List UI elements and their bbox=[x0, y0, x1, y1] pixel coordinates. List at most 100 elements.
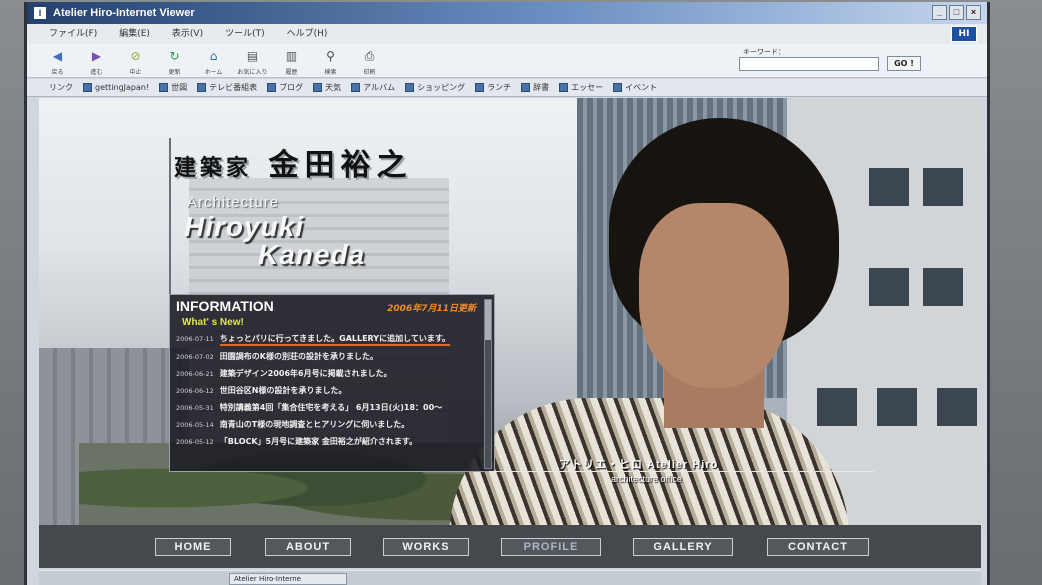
architecture-label: Architecture bbox=[187, 194, 280, 211]
toolbar-label: 印刷 bbox=[363, 69, 376, 76]
back-button[interactable]: ◀ 戻る bbox=[41, 44, 74, 78]
search-button[interactable]: ⚲ 検索 bbox=[314, 44, 347, 78]
nav-profile[interactable]: PROFILE bbox=[501, 537, 601, 556]
link-item[interactable]: 天気 bbox=[313, 82, 341, 93]
link-label: ランチ bbox=[487, 83, 512, 92]
nav-home[interactable]: HOME bbox=[155, 537, 231, 556]
link-item[interactable]: 世図 bbox=[159, 82, 187, 93]
page-title: 建築家 金田裕之 bbox=[174, 140, 412, 184]
toolbar-label: 戻る bbox=[51, 69, 64, 76]
browser-window: I Atelier Hiro-Internet Viewer _ □ × ファイ… bbox=[24, 2, 990, 585]
news-item[interactable]: 2006-05-14 南青山のT様の現地調査とヒアリングに伺いました。 bbox=[176, 419, 476, 431]
links-label: リンク bbox=[49, 83, 73, 92]
news-item[interactable]: 2006-06-12 世田谷区N様の設計を承りました。 bbox=[176, 385, 476, 397]
toolbar-label: 進む bbox=[90, 69, 103, 76]
nav-gallery[interactable]: GALLERY bbox=[633, 537, 733, 556]
link-label: イベント bbox=[625, 83, 658, 92]
link-item[interactable]: ランチ bbox=[475, 82, 511, 93]
news-date: 2006-07-11 bbox=[176, 335, 214, 343]
link-item[interactable]: テレビ番組表 bbox=[197, 82, 257, 93]
link-page-icon bbox=[475, 83, 485, 92]
news-date: 2006-05-31 bbox=[176, 404, 214, 412]
go-button[interactable]: GO ! bbox=[887, 56, 921, 71]
keyword-label: キーワード： bbox=[743, 48, 785, 56]
link-label: 天気 bbox=[325, 83, 342, 92]
info-scrollbar[interactable] bbox=[484, 299, 492, 469]
link-item[interactable]: イベント bbox=[613, 82, 657, 93]
toolbar-label: 検索 bbox=[324, 69, 337, 76]
news-item[interactable]: 2006-06-21 建築デザイン2006年6月号に掲載されました。 bbox=[176, 368, 476, 380]
toolbar-label: 中止 bbox=[129, 69, 142, 76]
keyword-input[interactable] bbox=[739, 57, 879, 71]
news-item[interactable]: 2006-05-12 「BLOCK」5月号に建築家 金田裕之が紹介されます。 bbox=[176, 436, 476, 448]
title-name: 金田裕之 bbox=[268, 148, 413, 183]
link-page-icon bbox=[197, 83, 207, 92]
toolbar-label: お気に入り bbox=[237, 69, 268, 76]
menu-tools[interactable]: ツール(T) bbox=[225, 24, 265, 44]
link-page-icon bbox=[559, 83, 569, 92]
nav-works[interactable]: WORKS bbox=[383, 537, 469, 556]
links-bar: リンク gettingJapan! 世図 テレビ番組表 ブログ 天気 アルバム ショッピング… bbox=[27, 79, 987, 97]
link-item[interactable]: 辞書 bbox=[521, 82, 549, 93]
favorites-button[interactable]: ▤ お気に入り bbox=[236, 44, 269, 78]
news-item[interactable]: 2006-07-11 ちょっとパリに行ってきました。GALLERYに追加しています… bbox=[176, 333, 476, 346]
close-button[interactable]: × bbox=[966, 5, 981, 20]
favorites-icon: ▤ bbox=[246, 49, 259, 63]
link-item[interactable]: gettingJapan! bbox=[83, 83, 149, 92]
title-profession: 建築家 bbox=[174, 156, 253, 181]
news-date: 2006-05-14 bbox=[176, 421, 214, 429]
link-item[interactable]: ショッピング bbox=[405, 82, 465, 93]
forward-button[interactable]: ▶ 進む bbox=[80, 44, 113, 78]
news-text: 特別講義第4回「集合住宅を考える」 6月13日(火)18：00～ bbox=[219, 403, 443, 412]
info-subheading: What' s New! bbox=[182, 317, 244, 328]
web-page: 建築家 金田裕之 Architecture Hiroyuki Kaneda IN… bbox=[39, 98, 981, 568]
menu-edit[interactable]: 編集(E) bbox=[119, 24, 150, 44]
refresh-button[interactable]: ↻ 更新 bbox=[158, 44, 191, 78]
news-date: 2006-07-02 bbox=[176, 353, 214, 361]
link-label: ショッピング bbox=[417, 83, 466, 92]
link-label: 世図 bbox=[171, 83, 188, 92]
print-button[interactable]: ⎙ 印刷 bbox=[353, 44, 386, 78]
news-text: 田園調布のK様の別荘の設計を承りました。 bbox=[219, 352, 378, 361]
news-text: 建築デザイン2006年6月号に掲載されました。 bbox=[219, 369, 392, 378]
menu-help[interactable]: ヘルプ(H) bbox=[287, 24, 328, 44]
name-english: Hiroyuki Kaneda bbox=[184, 213, 365, 269]
news-text: 世田谷区N様の設計を承りました。 bbox=[219, 386, 347, 395]
window-title: Atelier Hiro-Internet Viewer bbox=[53, 7, 195, 19]
home-icon: ⌂ bbox=[209, 49, 218, 63]
browser-logo: HI bbox=[951, 26, 977, 42]
history-icon: ▥ bbox=[285, 49, 298, 63]
minimize-button[interactable]: _ bbox=[932, 5, 947, 20]
back-icon: ◀ bbox=[52, 49, 63, 63]
link-item[interactable]: ブログ bbox=[267, 82, 303, 93]
link-label: 辞書 bbox=[533, 83, 550, 92]
link-label: アルバム bbox=[363, 83, 396, 92]
news-date: 2006-06-12 bbox=[176, 387, 214, 395]
menu-file[interactable]: ファイル(F) bbox=[49, 24, 97, 44]
nav-contact[interactable]: CONTACT bbox=[767, 537, 869, 556]
stop-button[interactable]: ⊘ 中止 bbox=[119, 44, 152, 78]
main-nav: HOME ABOUT WORKS PROFILE GALLERY CONTACT bbox=[39, 525, 981, 568]
taskbar: Atelier Hiro-Interne bbox=[39, 570, 981, 585]
history-button[interactable]: ▥ 履歴 bbox=[275, 44, 308, 78]
news-item[interactable]: 2006-05-31 特別講義第4回「集合住宅を考える」 6月13日(火)18：0… bbox=[176, 402, 476, 414]
link-page-icon bbox=[159, 83, 169, 92]
person-face bbox=[639, 203, 789, 388]
toolbar-label: ホーム bbox=[204, 69, 223, 76]
link-page-icon bbox=[267, 83, 277, 92]
link-page-icon bbox=[351, 83, 361, 92]
taskbar-item[interactable]: Atelier Hiro-Interne bbox=[229, 573, 347, 585]
link-item[interactable]: アルバム bbox=[351, 82, 395, 93]
menu-view[interactable]: 表示(V) bbox=[172, 24, 203, 44]
home-button[interactable]: ⌂ ホーム bbox=[197, 44, 230, 78]
scrollbar-thumb[interactable] bbox=[485, 300, 491, 340]
toolbar-label: 履歴 bbox=[285, 69, 298, 76]
link-item[interactable]: エッセー bbox=[559, 82, 603, 93]
title-divider bbox=[169, 138, 171, 298]
link-label: エッセー bbox=[571, 83, 604, 92]
news-item[interactable]: 2006-07-02 田園調布のK様の別荘の設計を承りました。 bbox=[176, 351, 476, 363]
news-date: 2006-06-21 bbox=[176, 370, 214, 378]
name-last: Kaneda bbox=[258, 239, 366, 270]
nav-about[interactable]: ABOUT bbox=[265, 537, 351, 556]
maximize-button[interactable]: □ bbox=[949, 5, 964, 20]
